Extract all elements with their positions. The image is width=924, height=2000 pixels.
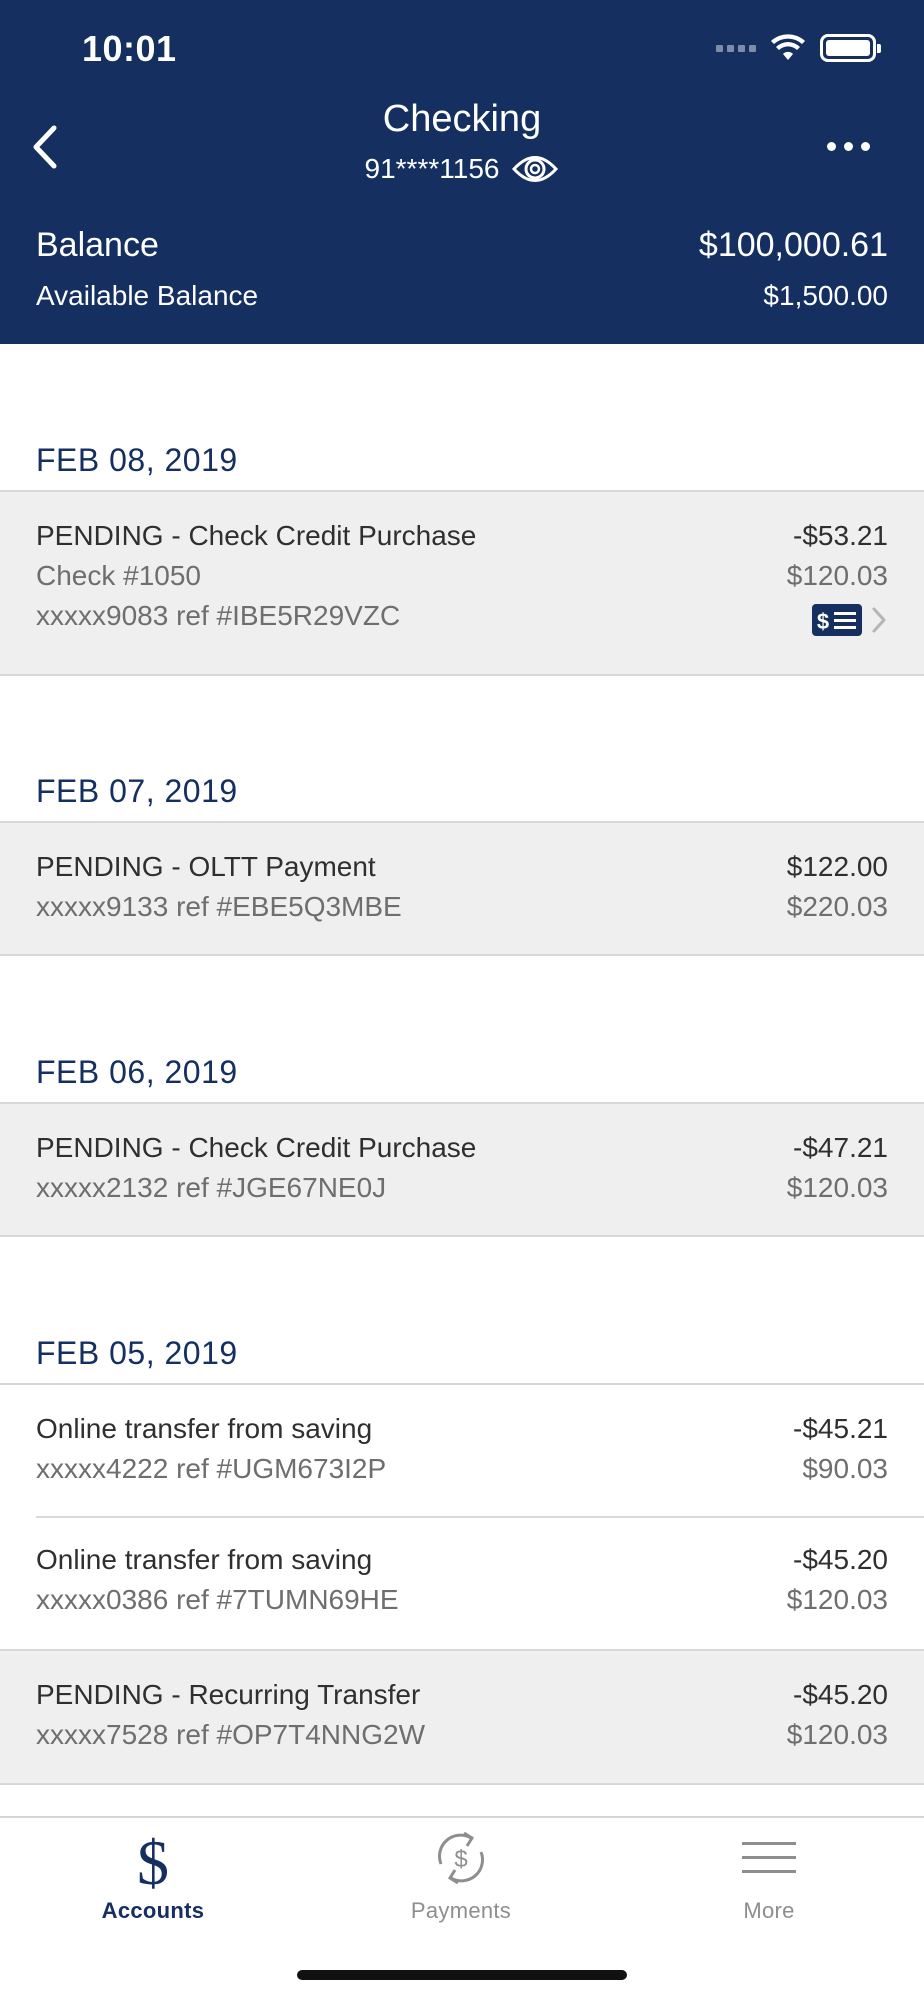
transaction-reference: xxxxx2132 ref #JGE67NE0J <box>36 1172 387 1203</box>
available-balance-value: $1,500.00 <box>763 280 888 311</box>
account-header: 10:01 Checking 91****1156 Balance $100,0… <box>0 0 924 344</box>
tab-more[interactable]: More <box>669 1818 869 1928</box>
more-options-button[interactable] <box>827 142 870 151</box>
svg-text:$: $ <box>454 1846 467 1873</box>
transaction-title: Online transfer from saving <box>36 1413 373 1444</box>
transaction-reference: xxxxx4222 ref #UGM673I2P <box>36 1453 387 1484</box>
tab-payments[interactable]: $ Payments <box>361 1818 561 1928</box>
balance-row: Balance $100,000.61 <box>36 226 888 265</box>
balance-label: Balance <box>36 226 159 264</box>
transaction-title: PENDING - OLTT Payment <box>36 851 376 882</box>
transaction-amount: -$45.20 <box>793 1679 888 1710</box>
ellipsis-icon <box>827 142 836 151</box>
svg-text:$: $ <box>137 1828 169 1892</box>
account-number: 91****1156 <box>364 153 500 184</box>
transaction-title: Online transfer from saving <box>36 1544 373 1575</box>
home-indicator <box>297 1970 627 1980</box>
transaction-row[interactable]: Online transfer from saving xxxxx4222 re… <box>0 1383 924 1516</box>
transaction-amount: -$45.21 <box>793 1413 888 1444</box>
account-number-row: 91****1156 <box>0 152 924 186</box>
dollar-cycle-icon: $ <box>438 1831 484 1885</box>
battery-icon <box>820 34 881 62</box>
transaction-running-balance: $220.03 <box>786 891 888 922</box>
transaction-title: PENDING - Check Credit Purchase <box>36 1132 477 1163</box>
transaction-running-balance: $120.03 <box>786 560 888 591</box>
transaction-row[interactable]: PENDING - OLTT Payment xxxxx9133 ref #EB… <box>0 821 924 956</box>
transaction-row[interactable]: PENDING - Check Credit Purchase xxxxx213… <box>0 1102 924 1237</box>
balance-value: $100,000.61 <box>698 226 888 264</box>
chevron-right-icon <box>872 607 886 633</box>
row-divider <box>0 1235 924 1237</box>
transaction-title: PENDING - Check Credit Purchase <box>36 520 477 551</box>
transaction-reference: xxxxx9083 ref #IBE5R29VZC <box>36 600 401 631</box>
check-image-icon: $ <box>812 604 862 636</box>
date-header: FEB 08, 2019 <box>36 442 238 478</box>
row-divider <box>0 1783 924 1785</box>
svg-text:$: $ <box>817 609 829 634</box>
cellular-signal-icon <box>716 44 756 52</box>
transaction-running-balance: $120.03 <box>786 1719 888 1750</box>
status-time: 10:01 <box>82 28 177 69</box>
transaction-row[interactable]: PENDING - Check Credit Purchase Check #1… <box>0 490 924 676</box>
tab-accounts[interactable]: $ Accounts <box>53 1818 253 1928</box>
transaction-amount: -$53.21 <box>793 520 888 551</box>
date-header: FEB 06, 2019 <box>36 1054 238 1090</box>
transaction-amount: -$45.20 <box>793 1544 888 1575</box>
transaction-running-balance: $120.03 <box>786 1172 888 1203</box>
view-check-image-button[interactable]: $ <box>812 604 888 636</box>
tab-accounts-label: Accounts <box>101 1898 205 1923</box>
date-header: FEB 05, 2019 <box>36 1335 238 1371</box>
transaction-row[interactable]: PENDING - Recurring Transfer xxxxx7528 r… <box>0 1649 924 1785</box>
transaction-running-balance: $90.03 <box>802 1453 888 1484</box>
eye-icon[interactable] <box>511 152 559 186</box>
available-balance-row: Available Balance $1,500.00 <box>36 280 888 312</box>
status-icons <box>716 34 881 62</box>
transaction-reference: xxxxx0386 ref #7TUMN69HE <box>36 1584 399 1615</box>
tab-more-label: More <box>743 1898 795 1923</box>
date-header: FEB 07, 2019 <box>36 773 238 809</box>
transaction-amount: $122.00 <box>786 851 888 882</box>
transaction-reference: xxxxx9133 ref #EBE5Q3MBE <box>36 891 402 922</box>
transaction-title: PENDING - Recurring Transfer <box>36 1679 421 1710</box>
row-divider <box>0 674 924 676</box>
transaction-running-balance: $120.03 <box>786 1584 888 1615</box>
dollar-icon: $ <box>137 1828 169 1892</box>
transaction-amount: -$47.21 <box>793 1132 888 1163</box>
tab-payments-label: Payments <box>410 1898 512 1923</box>
menu-lines-icon <box>742 1842 796 1873</box>
page-title: Checking <box>382 98 542 140</box>
available-balance-label: Available Balance <box>36 280 259 311</box>
wifi-icon <box>771 34 805 60</box>
transaction-reference: xxxxx7528 ref #OP7T4NNG2W <box>36 1719 426 1750</box>
transaction-check-number: Check #1050 <box>36 560 202 591</box>
transaction-row[interactable]: Online transfer from saving xxxxx0386 re… <box>0 1516 924 1649</box>
row-divider <box>0 954 924 956</box>
